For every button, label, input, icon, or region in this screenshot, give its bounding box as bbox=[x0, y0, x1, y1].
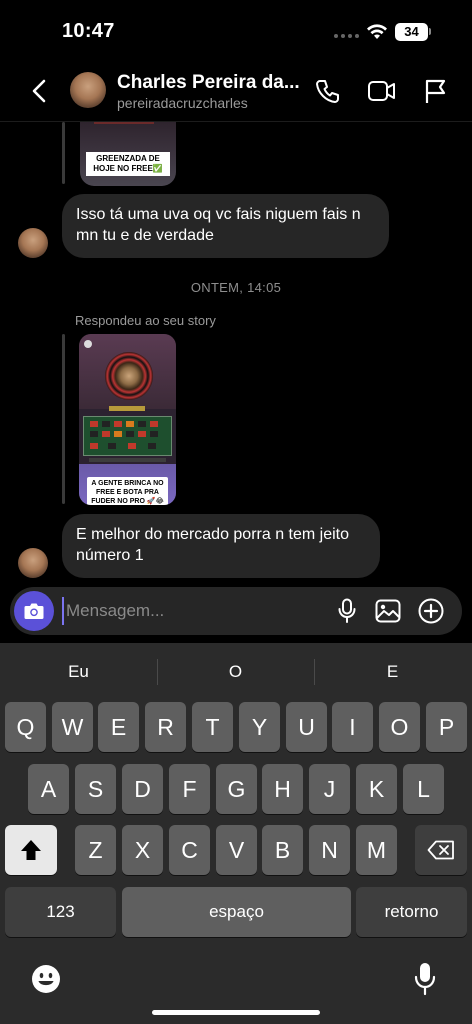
contact-handle[interactable]: pereiradacruzcharles bbox=[117, 95, 248, 111]
message-bubble[interactable]: Isso tá uma uva oq vc fais niguem fais n… bbox=[62, 194, 389, 258]
key-c[interactable]: C bbox=[169, 825, 210, 875]
return-key[interactable]: retorno bbox=[356, 887, 467, 937]
key-s[interactable]: S bbox=[75, 764, 116, 814]
shift-key[interactable] bbox=[5, 825, 57, 875]
key-t[interactable]: T bbox=[192, 702, 233, 752]
key-o[interactable]: O bbox=[379, 702, 420, 752]
key-p[interactable]: P bbox=[426, 702, 467, 752]
avatar[interactable] bbox=[70, 72, 106, 108]
key-z[interactable]: Z bbox=[75, 825, 116, 875]
wifi-icon bbox=[367, 24, 387, 39]
camera-button[interactable] bbox=[14, 591, 54, 631]
suggestion-bar: Eu O E bbox=[0, 643, 472, 699]
key-n[interactable]: N bbox=[309, 825, 350, 875]
reply-label: Respondeu ao seu story bbox=[75, 313, 216, 328]
camera-icon bbox=[24, 603, 44, 619]
key-u[interactable]: U bbox=[286, 702, 327, 752]
status-time: 10:47 bbox=[62, 20, 115, 42]
battery-tip bbox=[429, 28, 431, 35]
suggestion-3[interactable]: E bbox=[314, 643, 471, 699]
back-icon[interactable] bbox=[26, 76, 54, 106]
emoji-icon[interactable] bbox=[31, 964, 61, 994]
key-v[interactable]: V bbox=[216, 825, 257, 875]
suggestion-1[interactable]: Eu bbox=[0, 643, 157, 699]
avatar[interactable] bbox=[18, 228, 48, 258]
message-composer bbox=[10, 587, 462, 635]
story-dot bbox=[84, 340, 92, 348]
suggestion-2[interactable]: O bbox=[157, 643, 314, 699]
reply-line bbox=[62, 122, 65, 184]
contact-name[interactable]: Charles Pereira da... bbox=[117, 72, 300, 94]
key-i[interactable]: I bbox=[332, 702, 373, 752]
timestamp: ONTEM, 14:05 bbox=[190, 280, 282, 295]
story-caption: GREENZADA DE HOJE NO FREE✅ bbox=[86, 152, 170, 176]
shift-icon bbox=[21, 840, 41, 860]
keyboard: Eu O E Q W E R T Y U I O P A S D F G H J… bbox=[0, 643, 472, 1024]
roulette-wheel-icon bbox=[105, 352, 153, 400]
key-y[interactable]: Y bbox=[239, 702, 280, 752]
delete-icon bbox=[427, 840, 454, 860]
story-image-detail bbox=[94, 122, 154, 124]
key-m[interactable]: M bbox=[356, 825, 397, 875]
message-thread[interactable]: GREENZADA DE HOJE NO FREE✅ Isso tá uma u… bbox=[0, 122, 472, 592]
key-l[interactable]: L bbox=[403, 764, 444, 814]
chat-header: Charles Pereira da... pereiradacruzcharl… bbox=[0, 60, 472, 122]
gallery-icon[interactable] bbox=[375, 599, 401, 623]
key-g[interactable]: G bbox=[216, 764, 257, 814]
key-e[interactable]: E bbox=[98, 702, 139, 752]
key-x[interactable]: X bbox=[122, 825, 163, 875]
signal-dots-icon bbox=[334, 34, 359, 38]
numbers-key[interactable]: 123 bbox=[5, 887, 116, 937]
video-icon[interactable] bbox=[367, 78, 397, 104]
message-input[interactable] bbox=[62, 597, 322, 625]
key-d[interactable]: D bbox=[122, 764, 163, 814]
key-r[interactable]: R bbox=[145, 702, 186, 752]
story-caption: A GENTE BRINCA NO FREE E BOTA PRA FUDER … bbox=[87, 477, 168, 505]
reply-line bbox=[62, 334, 65, 504]
dictation-icon[interactable] bbox=[414, 962, 436, 996]
message-bubble[interactable]: E melhor do mercado porra n tem jeito nú… bbox=[62, 514, 380, 578]
roulette-board bbox=[83, 416, 172, 456]
story-banner bbox=[109, 406, 145, 411]
key-k[interactable]: K bbox=[356, 764, 397, 814]
story-thumbnail[interactable]: A GENTE BRINCA NO FREE E BOTA PRA FUDER … bbox=[79, 334, 176, 505]
key-f[interactable]: F bbox=[169, 764, 210, 814]
battery-indicator: 34 bbox=[395, 23, 428, 41]
story-bar bbox=[89, 458, 166, 462]
home-indicator[interactable] bbox=[152, 1010, 320, 1015]
story-thumbnail[interactable]: GREENZADA DE HOJE NO FREE✅ bbox=[80, 122, 176, 186]
status-bar: 10:47 34 bbox=[0, 0, 472, 60]
key-q[interactable]: Q bbox=[5, 702, 46, 752]
key-w[interactable]: W bbox=[52, 702, 93, 752]
avatar[interactable] bbox=[18, 548, 48, 578]
microphone-icon[interactable] bbox=[337, 598, 357, 624]
key-b[interactable]: B bbox=[262, 825, 303, 875]
add-icon[interactable] bbox=[418, 598, 444, 624]
phone-icon[interactable] bbox=[314, 77, 342, 105]
delete-key[interactable] bbox=[415, 825, 467, 875]
key-h[interactable]: H bbox=[262, 764, 303, 814]
space-key[interactable]: espaço bbox=[122, 887, 351, 937]
flag-icon[interactable] bbox=[423, 77, 447, 105]
key-j[interactable]: J bbox=[309, 764, 350, 814]
key-a[interactable]: A bbox=[28, 764, 69, 814]
